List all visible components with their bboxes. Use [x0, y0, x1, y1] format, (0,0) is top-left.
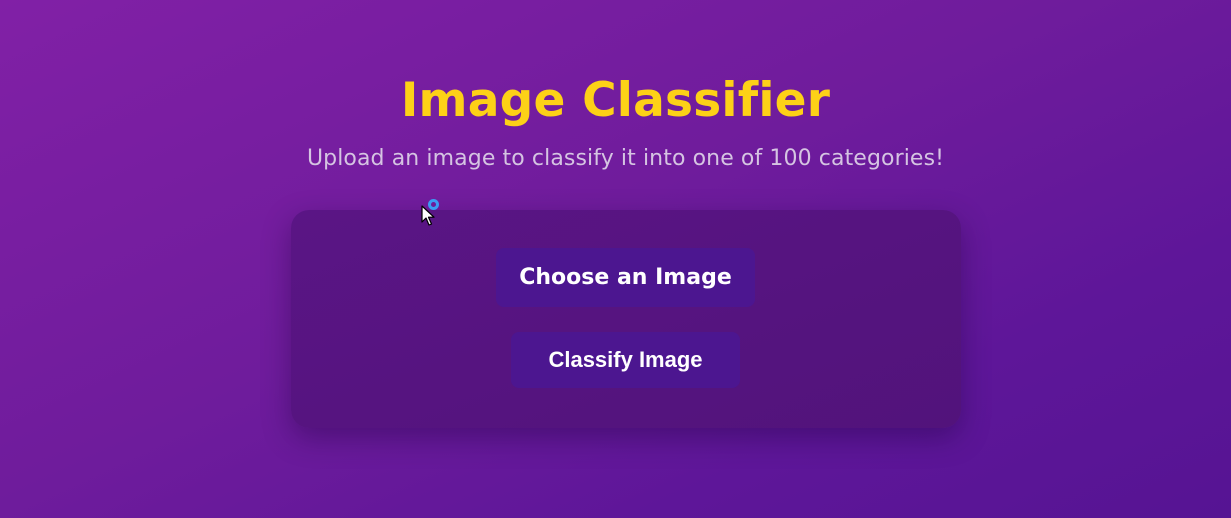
- upload-card: Choose an Image Classify Image: [291, 210, 961, 428]
- page-subtitle: Upload an image to classify it into one …: [306, 146, 945, 171]
- loading-ring-icon: [428, 199, 439, 210]
- choose-image-button[interactable]: Choose an Image: [496, 248, 755, 307]
- classify-image-button[interactable]: Classify Image: [511, 332, 740, 388]
- page-title: Image Classifier: [400, 73, 831, 128]
